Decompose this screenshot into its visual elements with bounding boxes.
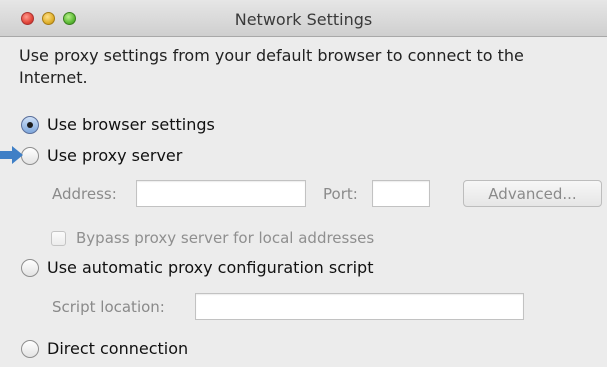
port-label: Port:	[323, 185, 358, 203]
browser-settings-label: Use browser settings	[47, 115, 215, 134]
pointer-arrow-icon	[0, 146, 23, 164]
address-label: Address:	[52, 185, 117, 203]
window-title: Network Settings	[234, 10, 373, 29]
title-bar: Network Settings	[0, 0, 607, 37]
option-auto-proxy[interactable]: Use automatic proxy configuration script	[21, 258, 373, 277]
description-text: Use proxy settings from your default bro…	[19, 46, 524, 87]
option-browser-settings[interactable]: Use browser settings	[21, 115, 215, 134]
proxy-server-label: Use proxy server	[47, 146, 183, 165]
radio-selected-dot	[27, 121, 33, 128]
script-location-label: Script location:	[52, 298, 165, 316]
option-direct-connection[interactable]: Direct connection	[21, 339, 188, 358]
bypass-checkbox[interactable]	[51, 230, 66, 246]
advanced-button[interactable]: Advanced...	[463, 180, 602, 207]
script-location-input[interactable]	[195, 293, 524, 320]
address-input[interactable]	[136, 180, 306, 207]
port-input[interactable]	[372, 180, 430, 207]
browser-settings-radio[interactable]	[21, 115, 39, 134]
bypass-option[interactable]: Bypass proxy server for local addresses	[51, 229, 374, 247]
direct-connection-radio[interactable]	[21, 339, 39, 358]
option-proxy-server[interactable]: Use proxy server	[21, 146, 182, 165]
auto-proxy-radio[interactable]	[21, 258, 39, 277]
direct-connection-label: Direct connection	[47, 339, 189, 358]
bypass-label: Bypass proxy server for local addresses	[76, 229, 375, 247]
auto-proxy-label: Use automatic proxy configuration script	[47, 258, 374, 277]
